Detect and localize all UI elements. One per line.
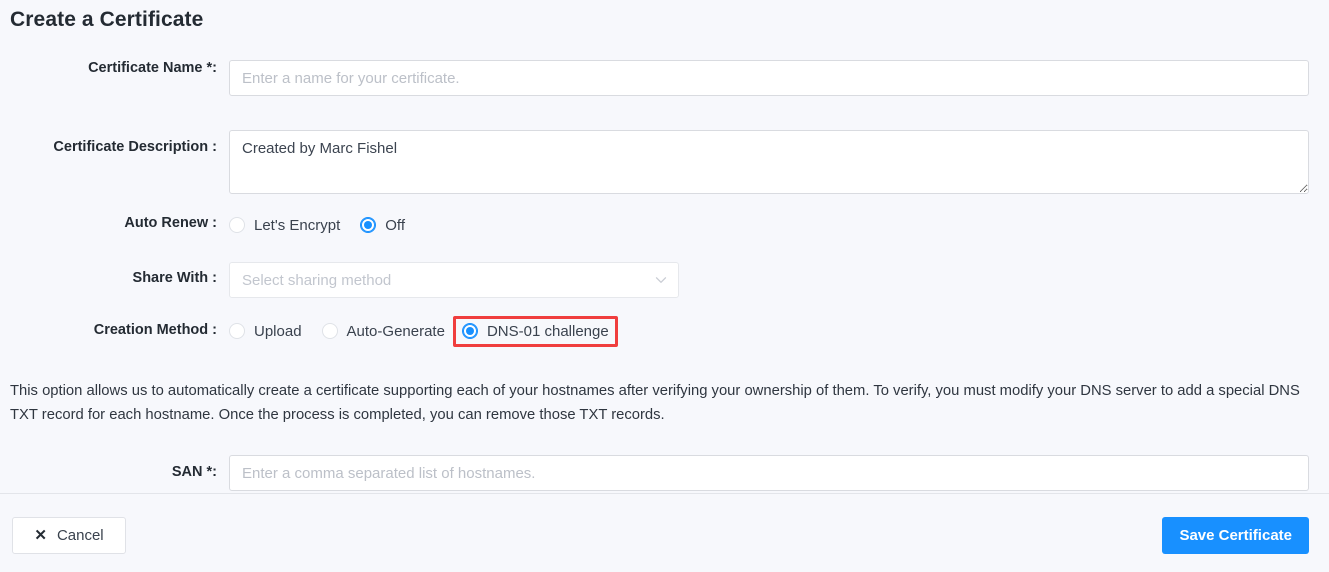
row-auto-renew: Auto Renew : Let's Encrypt Off bbox=[0, 210, 1329, 240]
share-with-label: Share With : bbox=[132, 270, 217, 286]
radio-label: Off bbox=[385, 216, 405, 234]
creation-method-highlight-box: DNS-01 challenge bbox=[452, 315, 618, 347]
cancel-button[interactable]: ✕ Cancel bbox=[12, 517, 126, 554]
radio-auto-renew-lets-encrypt[interactable]: Let's Encrypt bbox=[229, 217, 340, 234]
share-with-placeholder: Select sharing method bbox=[242, 271, 392, 289]
radio-circle-checked-icon bbox=[461, 323, 478, 339]
radio-creation-method-dns01-challenge[interactable]: DNS-01 challenge bbox=[461, 322, 609, 340]
certificate-name-input[interactable] bbox=[229, 60, 1309, 96]
auto-renew-label: Auto Renew : bbox=[124, 215, 217, 231]
san-input[interactable] bbox=[229, 455, 1309, 491]
san-field-wrap bbox=[217, 455, 1329, 491]
certificate-name-field-wrap bbox=[217, 60, 1329, 96]
share-with-select[interactable]: Select sharing method bbox=[229, 262, 679, 298]
row-share-with: Share With : Select sharing method bbox=[0, 262, 1329, 298]
close-icon: ✕ bbox=[34, 527, 47, 544]
row-certificate-description: Certificate Description : bbox=[0, 130, 1329, 194]
san-label: SAN *: bbox=[171, 464, 217, 480]
page-title: Create a Certificate bbox=[10, 8, 204, 31]
certificate-description-label: Certificate Description : bbox=[53, 139, 217, 155]
share-with-field-wrap: Select sharing method bbox=[217, 262, 1329, 298]
radio-label: DNS-01 challenge bbox=[486, 322, 609, 340]
certificate-form: Certificate Name *: Certificate Descript… bbox=[0, 60, 1329, 347]
radio-circle-icon bbox=[321, 323, 338, 339]
radio-label: Auto-Generate bbox=[346, 322, 445, 340]
footer-divider bbox=[0, 493, 1329, 494]
radio-circle-checked-icon bbox=[360, 217, 377, 233]
creation-method-field-wrap: Upload Auto-Generate DNS-01 challenge bbox=[217, 315, 1329, 347]
certificate-description-textarea[interactable] bbox=[229, 130, 1309, 194]
auto-renew-radio-group: Let's Encrypt Off bbox=[229, 210, 1309, 240]
certificate-name-label: Certificate Name *: bbox=[88, 60, 217, 76]
creation-method-label: Creation Method : bbox=[93, 322, 217, 338]
radio-creation-method-upload[interactable]: Upload bbox=[229, 323, 302, 340]
save-certificate-button[interactable]: Save Certificate bbox=[1162, 517, 1309, 554]
radio-label: Let's Encrypt bbox=[254, 216, 341, 234]
creation-method-info-text: This option allows us to automatically c… bbox=[10, 383, 1300, 423]
chevron-down-icon bbox=[655, 274, 667, 286]
cancel-button-label: Cancel bbox=[56, 527, 104, 544]
row-san: SAN *: bbox=[0, 455, 1329, 491]
row-creation-method: Creation Method : Upload Auto-Generate D… bbox=[0, 315, 1329, 347]
radio-auto-renew-off[interactable]: Off bbox=[360, 217, 405, 234]
radio-circle-icon bbox=[229, 323, 245, 339]
radio-circle-icon bbox=[229, 217, 245, 233]
auto-renew-field-wrap: Let's Encrypt Off bbox=[217, 210, 1329, 240]
creation-method-radio-group: Upload Auto-Generate DNS-01 challenge bbox=[229, 315, 1309, 347]
certificate-description-field-wrap bbox=[217, 130, 1329, 194]
radio-label: Upload bbox=[254, 322, 302, 340]
radio-creation-method-auto-generate[interactable]: Auto-Generate bbox=[321, 322, 445, 340]
row-certificate-name: Certificate Name *: bbox=[0, 60, 1329, 96]
